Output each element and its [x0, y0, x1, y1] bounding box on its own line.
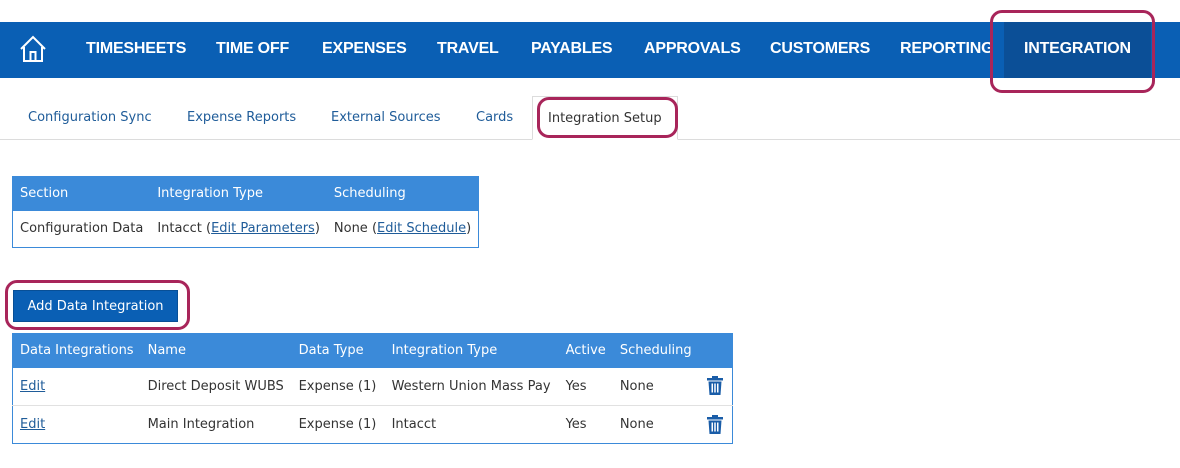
home-icon	[20, 35, 46, 62]
col-integration-type: Integration Type	[150, 176, 327, 211]
col-scheduling: Scheduling	[612, 333, 699, 368]
integration-type-value: Intacct	[157, 221, 202, 237]
cell-integration-type: Western Union Mass Pay	[384, 367, 559, 406]
cell-active: Yes	[558, 405, 613, 444]
cell-scheduling: None	[612, 367, 699, 406]
add-data-integration-button[interactable]: Add Data Integration	[13, 290, 178, 322]
trash-icon[interactable]	[706, 414, 724, 435]
table-row: Configuration Data Intacct (Edit Paramet…	[12, 210, 479, 248]
col-name: Name	[140, 333, 292, 368]
nav-time-off[interactable]: TIME OFF	[216, 22, 289, 78]
home-button[interactable]	[16, 32, 50, 66]
cell-integration-type: Intacct	[384, 405, 559, 444]
cell-name: Direct Deposit WUBS	[140, 367, 292, 406]
cell-name: Main Integration	[140, 405, 292, 444]
cell-scheduling: None	[612, 405, 699, 444]
tab-integration-setup[interactable]: Integration Setup	[532, 96, 678, 140]
cell-edit: Edit	[12, 367, 141, 406]
nav-approvals[interactable]: APPROVALS	[644, 22, 741, 78]
edit-link[interactable]: Edit	[20, 417, 45, 432]
col-scheduling: Scheduling	[326, 176, 479, 211]
configuration-table: Section Integration Type Scheduling Conf…	[12, 176, 480, 248]
nav-timesheets[interactable]: TIMESHEETS	[86, 22, 186, 78]
col-data-integrations: Data Integrations	[12, 333, 141, 368]
col-active: Active	[558, 333, 613, 368]
tab-external-sources[interactable]: External Sources	[331, 96, 441, 139]
sub-tabs: Configuration Sync Expense Reports Exter…	[0, 96, 1180, 140]
nav-travel[interactable]: TRAVEL	[437, 22, 499, 78]
scheduling-value: None	[333, 221, 368, 237]
cell-section: Configuration Data	[12, 210, 151, 248]
nav-customers[interactable]: CUSTOMERS	[770, 22, 870, 78]
cell-active: Yes	[558, 367, 613, 406]
tab-expense-reports[interactable]: Expense Reports	[187, 96, 296, 139]
edit-link[interactable]: Edit	[20, 379, 45, 394]
nav-expenses[interactable]: EXPENSES	[322, 22, 407, 78]
trash-icon[interactable]	[706, 376, 724, 396]
cell-delete	[698, 405, 733, 444]
tab-configuration-sync[interactable]: Configuration Sync	[28, 96, 152, 139]
nav-integration[interactable]: INTEGRATION	[1004, 22, 1151, 78]
col-integration-type: Integration Type	[384, 333, 559, 368]
tab-cards[interactable]: Cards	[476, 96, 513, 139]
col-data-type: Data Type	[291, 333, 385, 368]
cell-data-type: Expense (1)	[291, 405, 385, 444]
col-section: Section	[12, 176, 151, 211]
col-actions	[698, 333, 733, 368]
edit-schedule-link[interactable]: Edit Schedule	[377, 221, 466, 236]
integrations-table: Data Integrations Name Data Type Integra…	[12, 333, 734, 444]
nav-payables[interactable]: PAYABLES	[531, 22, 613, 78]
table-row: Edit Main Integration Expense (1) Intacc…	[12, 405, 733, 444]
top-navigation: TIMESHEETS TIME OFF EXPENSES TRAVEL PAYA…	[0, 22, 1180, 78]
cell-edit: Edit	[12, 405, 141, 444]
cell-data-type: Expense (1)	[291, 367, 385, 406]
cell-integration-type: Intacct (Edit Parameters)	[150, 210, 327, 248]
table-row: Edit Direct Deposit WUBS Expense (1) Wes…	[12, 367, 733, 406]
cell-delete	[698, 367, 733, 406]
nav-reporting[interactable]: REPORTING	[900, 22, 994, 78]
cell-scheduling: None (Edit Schedule)	[326, 210, 479, 248]
edit-parameters-link[interactable]: Edit Parameters	[211, 221, 315, 236]
